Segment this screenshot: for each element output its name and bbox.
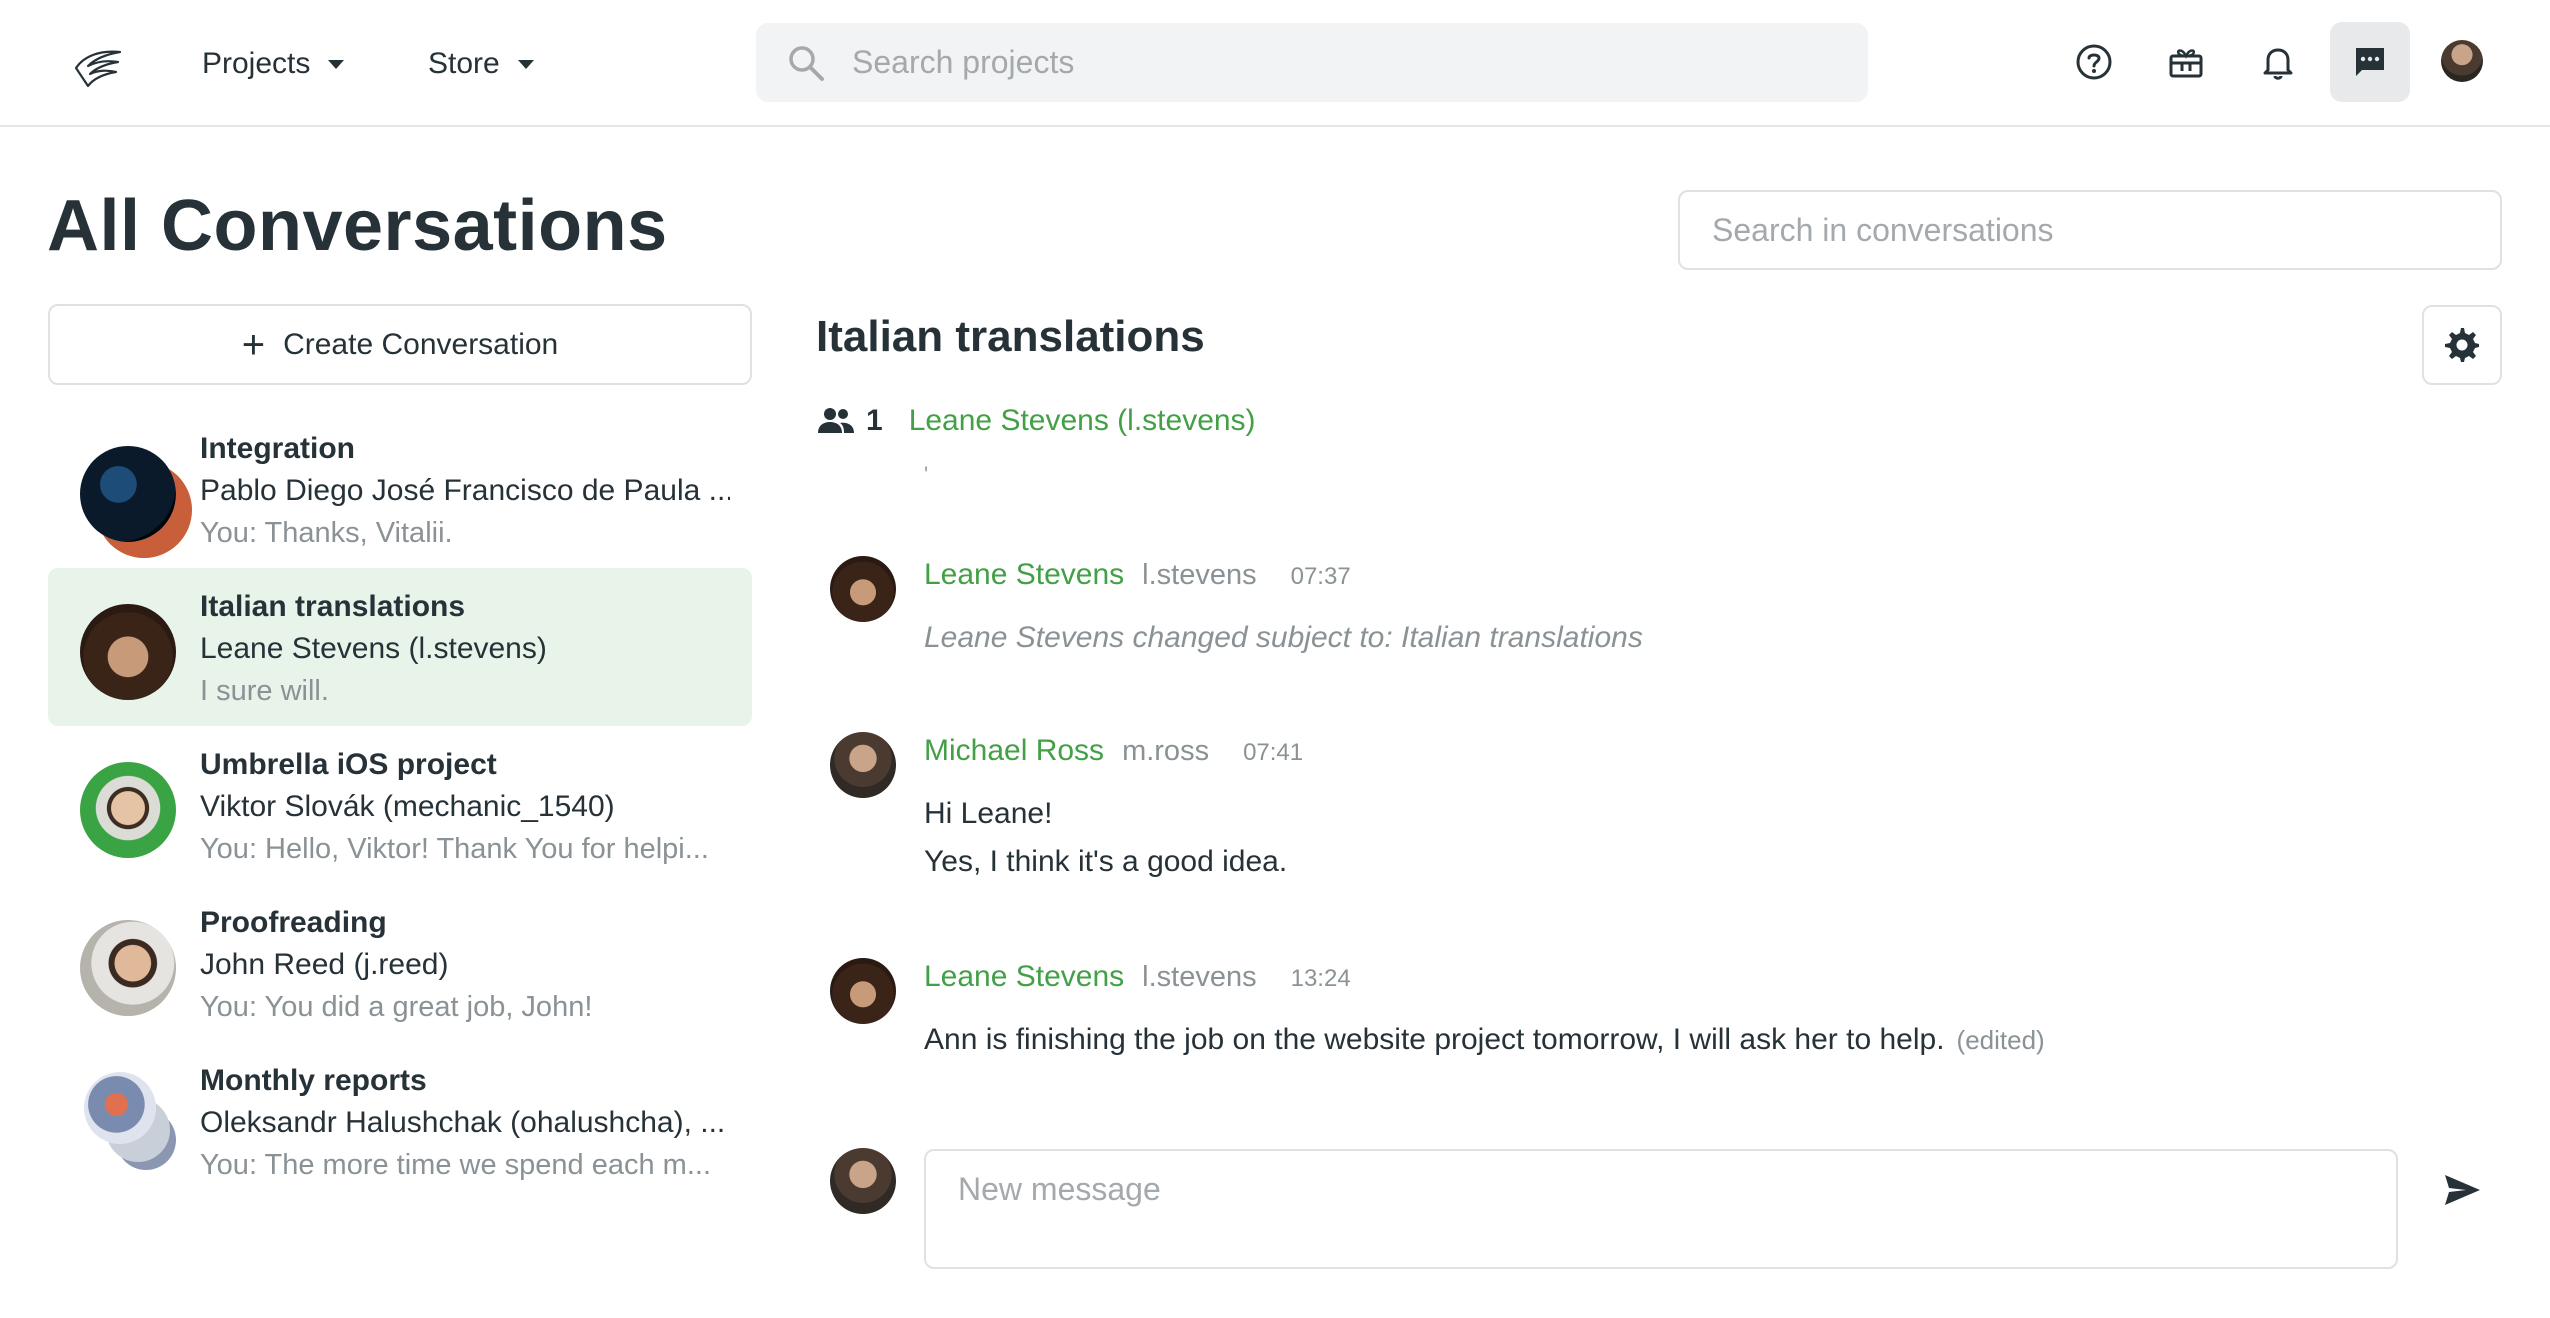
conversation-preview: You: Thanks, Vitalii. xyxy=(200,517,453,549)
project-search-box xyxy=(756,23,1868,102)
member-link[interactable]: Leane Stevens (l.stevens) xyxy=(909,404,1256,438)
gift-button[interactable] xyxy=(2146,22,2226,102)
help-button[interactable] xyxy=(2054,22,2134,102)
message-line: Leane Stevens changed subject to: Italia… xyxy=(924,621,1643,654)
page-title: All Conversations xyxy=(47,186,668,266)
group-avatar xyxy=(84,1072,156,1144)
conversation-item[interactable]: Integration Pablo Diego José Francisco d… xyxy=(48,410,752,568)
bird-logo-icon[interactable] xyxy=(70,38,126,94)
chevron-down-icon xyxy=(517,59,534,69)
member-count: 1 xyxy=(866,404,883,437)
message-text: Ann is finishing the job on the website … xyxy=(924,1016,2045,1064)
message-username: l.stevens xyxy=(1142,961,1257,993)
conversation-list: Integration Pablo Diego José Francisco d… xyxy=(48,410,752,1200)
nav-projects-label: Projects xyxy=(202,47,311,80)
messages-button[interactable] xyxy=(2330,22,2410,102)
message-author[interactable]: Leane Stevens xyxy=(924,960,1124,994)
notifications-button[interactable] xyxy=(2238,22,2318,102)
conversation-participants: John Reed (j.reed) xyxy=(200,948,449,981)
send-icon xyxy=(2445,1175,2480,1205)
conversation-participants: Oleksandr Halushchak (ohalushcha), ... xyxy=(200,1106,726,1139)
members-row: 1 Leane Stevens (l.stevens) xyxy=(816,400,1256,442)
chevron-down-icon xyxy=(328,59,345,69)
create-conversation-button[interactable]: + Create Conversation xyxy=(48,304,752,385)
message-composer xyxy=(924,1149,2398,1269)
message-username: m.ross xyxy=(1122,735,1210,767)
message-author[interactable]: Michael Ross xyxy=(924,734,1104,768)
system-message-text: Leane Stevens changed subject to: Italia… xyxy=(924,614,1643,662)
conversation-preview: You: The more time we spend each m... xyxy=(200,1149,711,1181)
avatar[interactable] xyxy=(830,958,896,1024)
chat-title: Italian translations xyxy=(816,312,1205,361)
conversation-participants: Viktor Slovák (mechanic_1540) xyxy=(200,790,615,823)
avatar xyxy=(80,762,176,858)
people-icon xyxy=(818,408,854,433)
help-circle-icon xyxy=(2076,44,2112,80)
conversation-preview: I sure will. xyxy=(200,675,329,707)
message-text: Hi Leane! Yes, I think it's a good idea. xyxy=(924,790,1287,886)
message-line: Yes, I think it's a good idea. xyxy=(924,845,1288,878)
top-navigation-bar: Projects Store xyxy=(0,0,2550,127)
conversation-search-input[interactable] xyxy=(1712,211,2472,249)
avatar xyxy=(80,604,176,700)
conversation-title: Integration xyxy=(200,432,355,465)
new-message-input[interactable] xyxy=(958,1171,2358,1251)
avatar xyxy=(80,920,176,1016)
avatar[interactable] xyxy=(830,732,896,798)
conversation-item-active[interactable]: Italian translations Leane Stevens (l.st… xyxy=(48,568,752,726)
gift-icon xyxy=(2169,49,2203,78)
edited-label: (edited) xyxy=(1956,1025,2045,1055)
gear-icon xyxy=(2445,328,2479,362)
conversation-participants: Pablo Diego José Francisco de Paula ... xyxy=(200,474,730,507)
conversation-search-box xyxy=(1678,190,2502,270)
avatar[interactable] xyxy=(830,556,896,622)
message-author[interactable]: Leane Stevens xyxy=(924,558,1124,592)
conversation-preview: You: You did a great job, John! xyxy=(200,991,593,1023)
message-line: Ann is finishing the job on the website … xyxy=(924,1023,1945,1056)
chat-icon xyxy=(2356,48,2384,76)
user-avatar[interactable] xyxy=(2441,40,2483,82)
message-time: 07:41 xyxy=(1243,739,1304,766)
conversation-participants: Leane Stevens (l.stevens) xyxy=(200,632,547,665)
scroll-mark: ' xyxy=(924,462,929,487)
project-search-input[interactable] xyxy=(852,44,1832,81)
conversation-item[interactable]: Proofreading John Reed (j.reed) You: You… xyxy=(48,884,752,1042)
conversation-preview: You: Hello, Viktor! Thank You for helpi.… xyxy=(200,833,709,865)
conversation-settings-button[interactable] xyxy=(2422,305,2502,385)
nav-projects-menu[interactable]: Projects xyxy=(202,40,345,88)
conversation-title: Italian translations xyxy=(200,590,466,623)
message-username: l.stevens xyxy=(1142,559,1257,591)
message-time: 13:24 xyxy=(1290,965,1351,992)
bell-icon xyxy=(2263,48,2293,80)
conversation-item[interactable]: Monthly reports Oleksandr Halushchak (oh… xyxy=(48,1042,752,1200)
search-icon xyxy=(789,46,824,81)
group-avatar xyxy=(80,446,176,542)
nav-store-menu[interactable]: Store xyxy=(428,40,534,88)
nav-store-label: Store xyxy=(428,47,500,80)
message-time: 07:37 xyxy=(1290,563,1351,590)
message-line: Hi Leane! xyxy=(924,797,1053,830)
create-conversation-label: Create Conversation xyxy=(283,327,559,361)
conversation-item[interactable]: Umbrella iOS project Viktor Slovák (mech… xyxy=(48,726,752,884)
send-button[interactable] xyxy=(2436,1164,2488,1216)
plus-icon: + xyxy=(241,322,266,367)
conversation-title: Proofreading xyxy=(200,906,387,939)
current-user-avatar xyxy=(830,1148,896,1214)
conversation-title: Monthly reports xyxy=(200,1064,427,1097)
conversation-title: Umbrella iOS project xyxy=(200,748,497,781)
